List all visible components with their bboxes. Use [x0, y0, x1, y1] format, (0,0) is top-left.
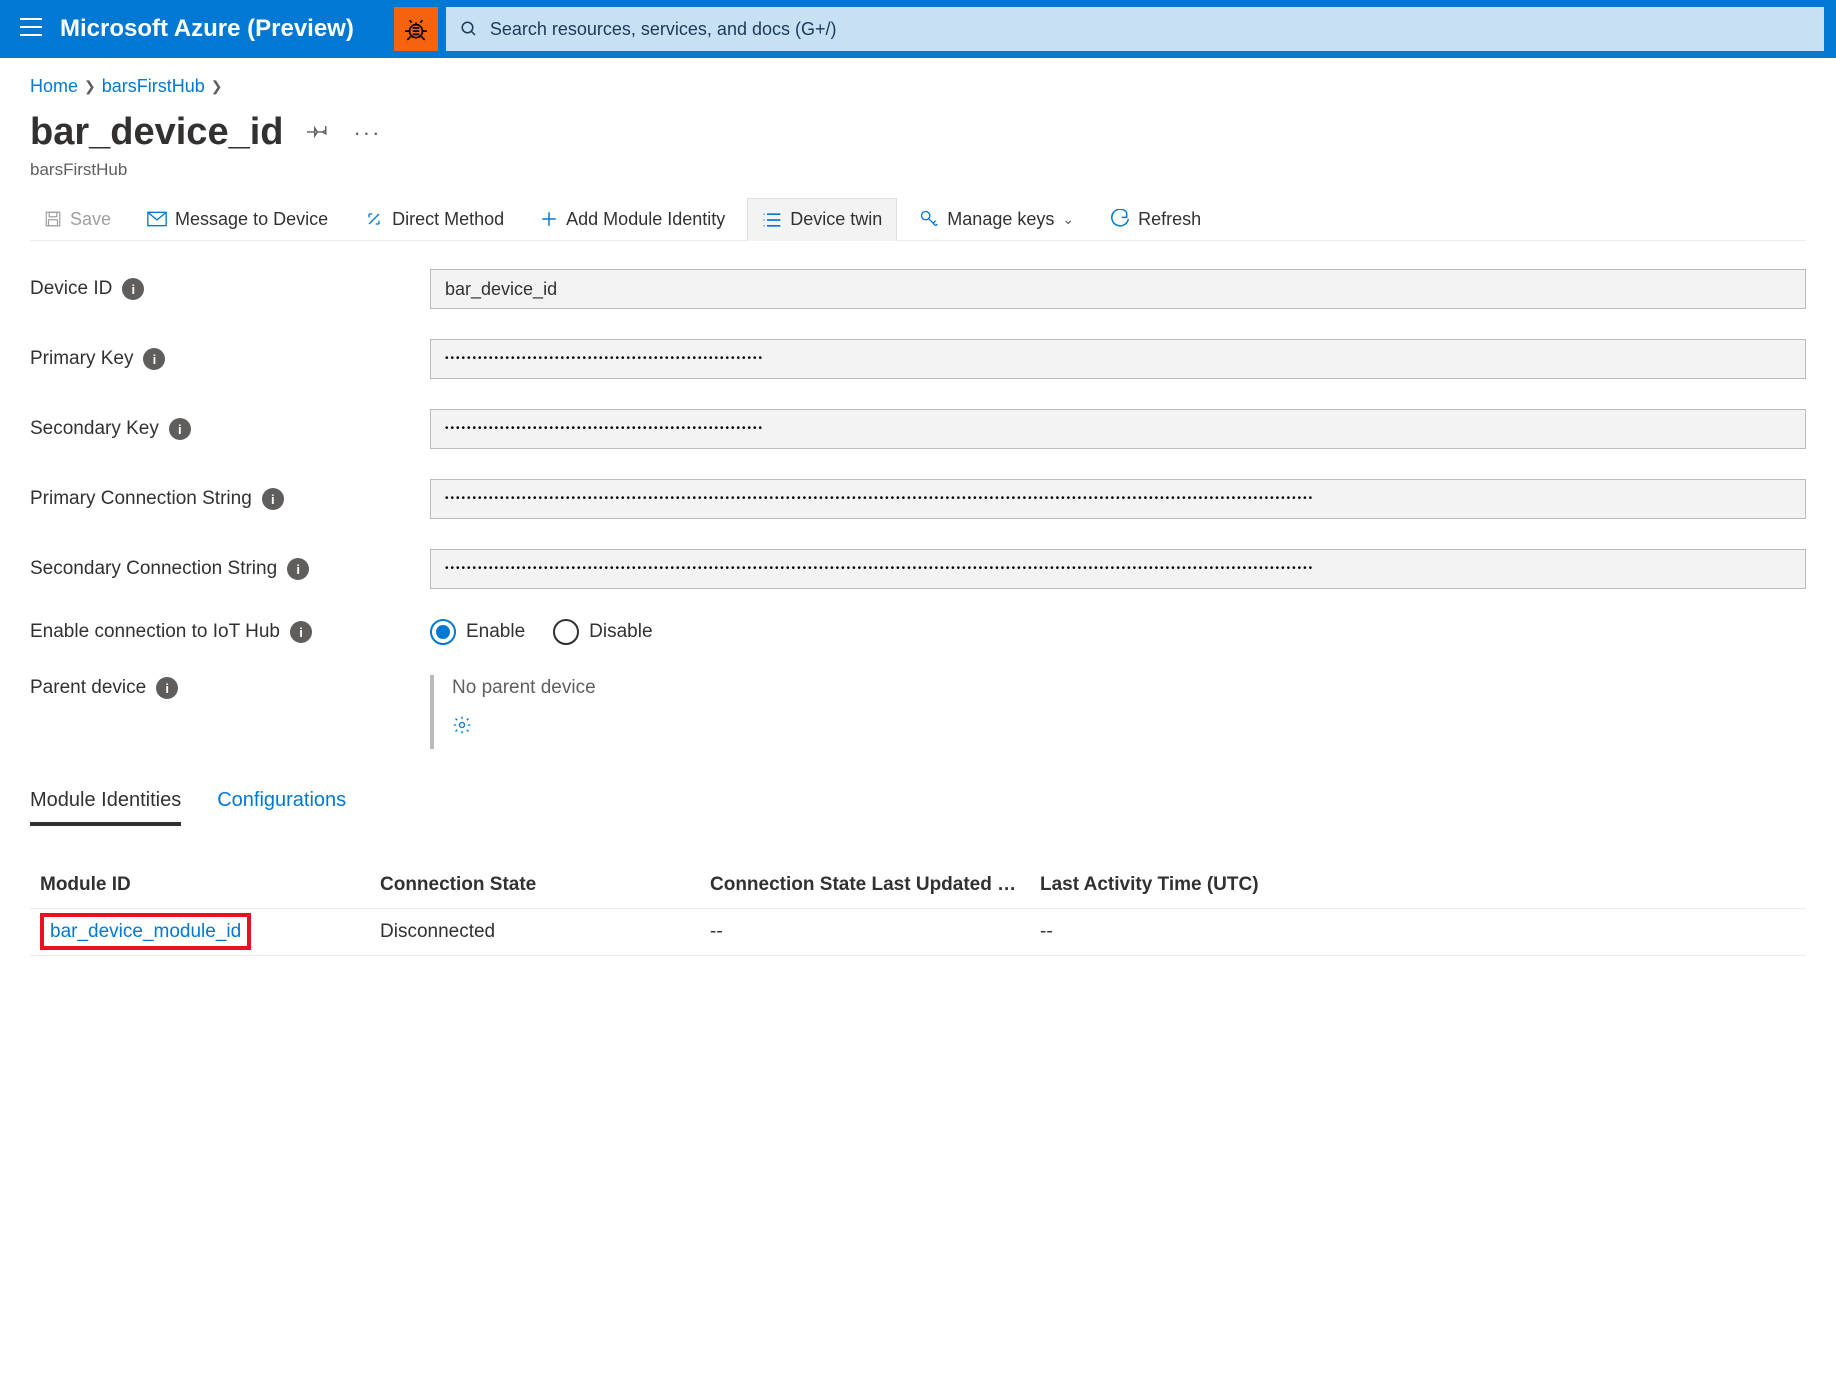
message-label: Message to Device [175, 209, 328, 230]
cell-conn-state: Disconnected [380, 921, 710, 943]
tabs: Module Identities Configurations [30, 789, 1806, 826]
cell-conn-updated: -- [710, 921, 1040, 943]
list-icon [762, 211, 782, 229]
save-icon [44, 210, 62, 228]
tab-configurations[interactable]: Configurations [217, 789, 346, 826]
page-title: bar_device_id [30, 111, 283, 154]
mail-icon [147, 211, 167, 227]
th-last-activity: Last Activity Time (UTC) [1040, 874, 1796, 896]
page-subtitle: barsFirstHub [30, 160, 1806, 180]
global-search[interactable] [446, 7, 1824, 51]
input-device-id[interactable] [430, 269, 1806, 309]
th-conn-updated: Connection State Last Updated … [710, 874, 1040, 896]
direct-method-icon [364, 209, 384, 229]
label-secondary-key: Secondary Key [30, 418, 159, 440]
chevron-right-icon: ❯ [84, 78, 96, 95]
search-input[interactable] [490, 19, 1810, 40]
more-icon[interactable]: ··· [353, 120, 381, 146]
table-header: Module ID Connection State Connection St… [30, 862, 1806, 909]
pin-icon[interactable] [307, 119, 329, 146]
label-primary-key: Primary Key [30, 348, 133, 370]
th-module-id: Module ID [40, 874, 380, 896]
parent-device-value: No parent device [452, 677, 596, 698]
save-label: Save [70, 209, 111, 230]
direct-method-label: Direct Method [392, 209, 504, 230]
label-secondary-conn: Secondary Connection String [30, 558, 277, 580]
label-device-id: Device ID [30, 278, 112, 300]
info-icon[interactable]: i [143, 348, 165, 370]
manage-keys-button[interactable]: Manage keys ⌄ [905, 199, 1088, 240]
row-device-id: Device ID i [30, 269, 1806, 309]
radio-enable[interactable]: Enable [430, 619, 525, 645]
th-conn-state: Connection State [380, 874, 710, 896]
refresh-button[interactable]: Refresh [1096, 199, 1215, 240]
brand-title: Microsoft Azure (Preview) [60, 15, 354, 43]
label-enable-conn: Enable connection to IoT Hub [30, 621, 280, 643]
info-icon[interactable]: i [287, 558, 309, 580]
info-icon[interactable]: i [156, 677, 178, 699]
info-icon[interactable]: i [122, 278, 144, 300]
plus-icon [540, 210, 558, 228]
refresh-label: Refresh [1138, 209, 1201, 230]
row-primary-key: Primary Key i [30, 339, 1806, 379]
add-module-identity-button[interactable]: Add Module Identity [526, 199, 739, 240]
breadcrumb: Home ❯ barsFirstHub ❯ [30, 76, 1806, 97]
topbar: Microsoft Azure (Preview) [0, 0, 1836, 58]
input-secondary-conn[interactable] [430, 549, 1806, 589]
cell-last-activity: -- [1040, 921, 1796, 943]
breadcrumb-home[interactable]: Home [30, 76, 78, 97]
command-bar: Save Message to Device Direct Method Add… [30, 198, 1806, 241]
save-button: Save [30, 199, 125, 240]
direct-method-button[interactable]: Direct Method [350, 199, 518, 240]
label-parent-device: Parent device [30, 677, 146, 699]
input-primary-key[interactable] [430, 339, 1806, 379]
input-secondary-key[interactable] [430, 409, 1806, 449]
row-secondary-conn: Secondary Connection String i [30, 549, 1806, 589]
hamburger-menu-icon[interactable] [20, 18, 42, 41]
info-icon[interactable]: i [290, 621, 312, 643]
title-bar: bar_device_id ··· [30, 111, 1806, 154]
refresh-icon [1110, 209, 1130, 229]
row-primary-conn: Primary Connection String i [30, 479, 1806, 519]
breadcrumb-hub[interactable]: barsFirstHub [102, 76, 205, 97]
row-secondary-key: Secondary Key i [30, 409, 1806, 449]
info-icon[interactable]: i [169, 418, 191, 440]
module-id-link[interactable]: bar_device_module_id [50, 921, 241, 942]
tab-module-identities[interactable]: Module Identities [30, 789, 181, 826]
radio-disable-label: Disable [589, 621, 652, 643]
add-module-label: Add Module Identity [566, 209, 725, 230]
chevron-down-icon: ⌄ [1062, 211, 1074, 228]
bug-icon[interactable] [394, 7, 438, 51]
device-twin-button[interactable]: Device twin [747, 198, 897, 241]
module-identities-table: Module ID Connection State Connection St… [30, 862, 1806, 956]
device-form: Device ID i Primary Key i Secondary Key i P… [30, 269, 1806, 749]
search-icon [460, 20, 478, 38]
row-enable-connection: Enable connection to IoT Hub i Enable Dis… [30, 619, 1806, 645]
configure-parent-button[interactable] [452, 715, 596, 741]
label-primary-conn: Primary Connection String [30, 488, 252, 510]
info-icon[interactable]: i [262, 488, 284, 510]
key-icon [919, 209, 939, 229]
manage-keys-label: Manage keys [947, 209, 1054, 230]
gear-icon [452, 715, 472, 735]
row-parent-device: Parent device i No parent device [30, 675, 1806, 749]
radio-disable[interactable]: Disable [553, 619, 652, 645]
input-primary-conn[interactable] [430, 479, 1806, 519]
chevron-right-icon: ❯ [211, 78, 223, 95]
radio-enable-label: Enable [466, 621, 525, 643]
table-row: bar_device_module_id Disconnected -- -- [30, 909, 1806, 956]
device-twin-label: Device twin [790, 209, 882, 230]
message-to-device-button[interactable]: Message to Device [133, 199, 342, 240]
